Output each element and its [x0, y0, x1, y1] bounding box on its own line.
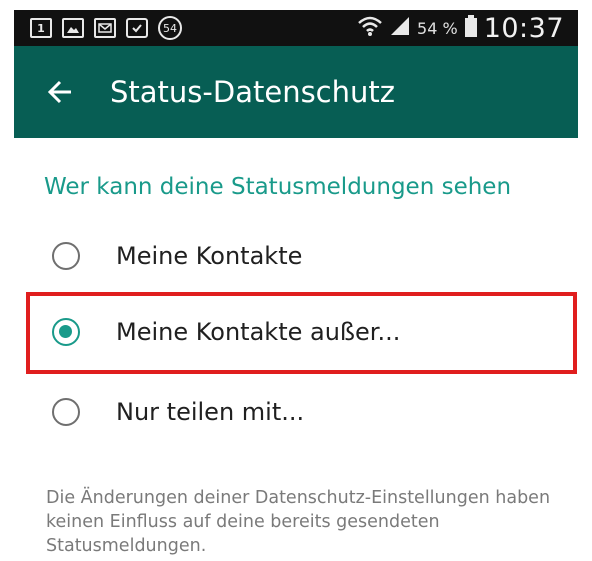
app-toolbar: Status-Datenschutz	[14, 46, 578, 138]
radio-button-unchecked[interactable]	[52, 242, 80, 270]
screen: 1 54 54 % 10:37 Status-Datenschutz Wer k…	[0, 0, 592, 561]
mail-notification-icon	[94, 18, 116, 38]
wifi-icon	[357, 14, 383, 43]
radio-button-unchecked[interactable]	[52, 398, 80, 426]
battery-icon	[464, 14, 478, 43]
battery-percent: 54 %	[417, 18, 458, 38]
option-only-share-with[interactable]: Nur teilen mit...	[44, 392, 304, 432]
notification-icons: 1 54	[30, 16, 182, 40]
option-label: Nur teilen mit...	[116, 398, 305, 426]
privacy-info-text: Die Änderungen deiner Datenschutz-Einste…	[46, 488, 551, 556]
sim-slot-number: 1	[37, 21, 45, 35]
status-bar: 1 54 54 % 10:37	[14, 10, 578, 46]
sim-notification-icon: 1	[30, 18, 52, 38]
section-header: Wer kann deine Statusmeldungen sehen	[44, 174, 512, 200]
bag-notification-icon	[126, 18, 148, 38]
highlight-annotation-box	[26, 292, 577, 374]
badge-count: 54	[163, 21, 177, 35]
option-my-contacts[interactable]: Meine Kontakte	[44, 236, 302, 276]
badge-count-icon: 54	[158, 16, 182, 40]
image-notification-icon	[62, 18, 84, 38]
option-label: Meine Kontakte	[116, 242, 303, 270]
page-title: Status-Datenschutz	[110, 75, 395, 109]
clock: 10:37	[483, 12, 564, 44]
arrow-left-icon	[47, 80, 71, 104]
back-button[interactable]	[42, 74, 78, 110]
system-status: 54 % 10:37	[357, 10, 564, 46]
signal-icon	[389, 15, 411, 42]
